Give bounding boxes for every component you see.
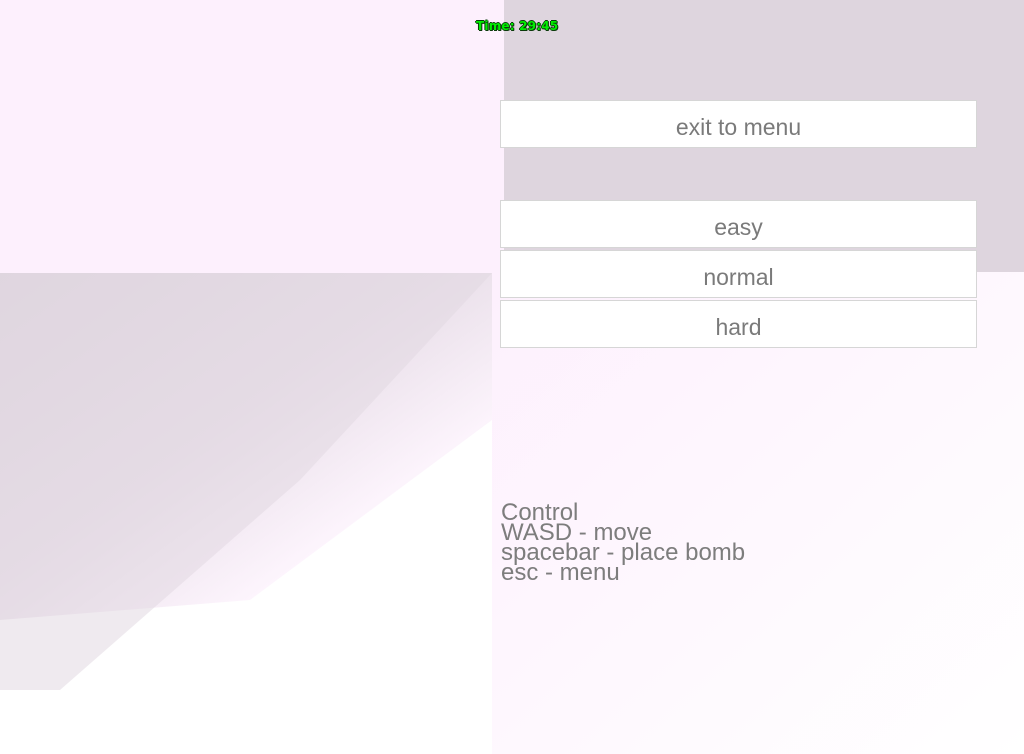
controls-help: Control WASD - move spacebar - place bom… xyxy=(501,501,745,586)
difficulty-hard-button[interactable]: hard xyxy=(500,300,977,348)
wall-block-top-left xyxy=(0,0,504,273)
controls-line-menu: esc - menu xyxy=(501,559,620,586)
exit-to-menu-button[interactable]: exit to menu xyxy=(500,100,977,148)
timer-readout: Time: 29:45 xyxy=(476,19,559,33)
difficulty-normal-button[interactable]: normal xyxy=(500,250,977,298)
difficulty-easy-button[interactable]: easy xyxy=(500,200,977,248)
